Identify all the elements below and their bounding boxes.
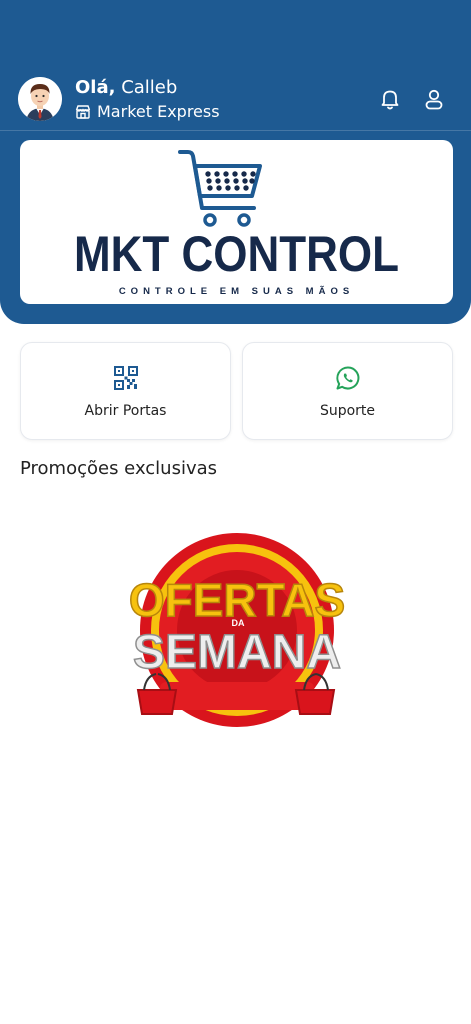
store-selector[interactable]: Market Express (75, 101, 220, 123)
support-label: Suporte (319, 403, 376, 419)
shopping-cart-icon (178, 150, 262, 227)
app-header: Olá, Calleb Market Express MKT CONTROL C… (0, 0, 471, 324)
greeting-text: Olá, Calleb (75, 77, 177, 99)
qr-code-icon (114, 366, 138, 390)
brand-logo-card: MKT CONTROL CONTROLE EM SUAS MÃOS (20, 140, 453, 304)
user-name: Calleb (121, 77, 178, 98)
brand-logo-title: MKT CONTROL (73, 226, 400, 282)
store-name: Market Express (97, 102, 220, 121)
header-divider (0, 130, 471, 131)
greeting-prefix: Olá, (75, 77, 116, 98)
whatsapp-icon (336, 366, 360, 390)
weekly-offers-banner[interactable]: OFERTAS DA SEMANA (110, 530, 364, 730)
open-doors-label: Abrir Portas (84, 403, 167, 419)
banner-week-text: SEMANA (133, 626, 341, 679)
promotions-section-title: Promoções exclusivas (20, 458, 218, 479)
support-button[interactable]: Suporte (242, 342, 453, 440)
open-doors-button[interactable]: Abrir Portas (20, 342, 231, 440)
user-avatar[interactable] (18, 77, 62, 121)
notifications-bell-icon[interactable] (377, 86, 403, 112)
user-profile-icon[interactable] (421, 86, 447, 112)
brand-logo-subtitle: CONTROLE EM SUAS MÃOS (118, 286, 355, 297)
store-icon (75, 104, 91, 120)
